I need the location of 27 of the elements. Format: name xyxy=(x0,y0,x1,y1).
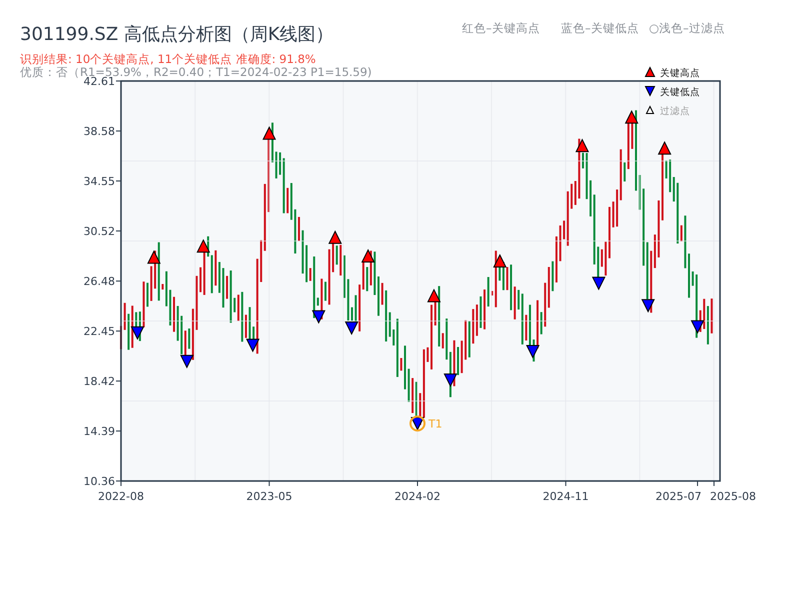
y-axis-label: 26.48 xyxy=(84,275,115,288)
x-axis-label: 2024-02 xyxy=(394,490,440,503)
y-axis-label: 42.61 xyxy=(84,75,115,88)
y-axis-label: 14.39 xyxy=(84,425,115,438)
color-key-text: 蓝色–关键低点 xyxy=(561,21,639,35)
color-key-text: 红色–关键高点 xyxy=(462,21,540,35)
annotation-label: T1 xyxy=(428,417,442,430)
legend-label: 关键高点 xyxy=(660,68,700,79)
x-axis-label: 2025-08 xyxy=(710,490,756,503)
legend-label: 关键低点 xyxy=(660,87,700,98)
result-summary: 识别结果: 10个关键高点, 11个关键低点 准确度: 91.8% xyxy=(20,52,316,66)
x-axis-label: 2023-05 xyxy=(246,490,292,503)
low-point-marker xyxy=(644,86,656,97)
x-axis-label: 2024-11 xyxy=(542,490,589,503)
x-axis-label: 2022-08 xyxy=(98,490,144,503)
color-key-text: ○浅色–过滤点 xyxy=(649,21,725,35)
y-axis-label: 18.42 xyxy=(84,375,115,388)
y-axis-label: 30.52 xyxy=(84,224,115,238)
filtered-point-marker xyxy=(646,105,654,114)
chart-title: 301199.SZ 高低点分析图（周K线图） xyxy=(20,24,334,45)
x-axis-label: 2025-07 xyxy=(656,490,702,503)
legend-label: 过滤点 xyxy=(660,106,690,117)
y-axis-label: 38.58 xyxy=(84,124,115,138)
high-point-marker xyxy=(644,66,656,77)
y-axis-label: 10.36 xyxy=(84,475,115,488)
y-axis-label: 34.55 xyxy=(84,174,115,188)
y-axis-label: 22.45 xyxy=(84,325,115,338)
